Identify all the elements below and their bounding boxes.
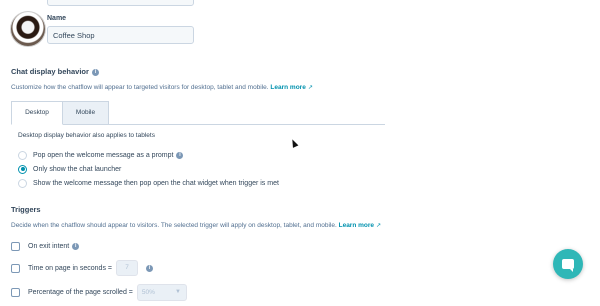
checkbox[interactable]	[11, 241, 20, 251]
learn-more-link[interactable]: Learn more	[339, 222, 374, 229]
info-icon[interactable]: i	[72, 242, 80, 250]
trigger-scroll-percentage[interactable]: Percentage of the page scrolled = 50% ▼	[11, 283, 187, 301]
triggers-description: Decide when the chatflow should appear t…	[11, 222, 382, 229]
tab-note: Desktop display behavior also applies to…	[18, 132, 155, 139]
learn-more-link[interactable]: Learn more	[270, 84, 305, 91]
seconds-input[interactable]: 7	[116, 260, 138, 276]
name-input[interactable]	[47, 26, 194, 44]
tab-divider	[11, 124, 385, 125]
option-only-launcher[interactable]: Only show the chat launcher	[18, 163, 121, 175]
radio-button-checked[interactable]	[18, 164, 27, 174]
external-link-icon: ↗	[307, 85, 313, 91]
option-welcome-then-pop[interactable]: Show the welcome message then pop open t…	[18, 177, 279, 189]
chat-launcher-icon	[562, 259, 574, 272]
tab-desktop[interactable]: Desktop	[11, 101, 63, 125]
checkbox[interactable]	[11, 263, 20, 273]
info-icon[interactable]: i	[91, 68, 99, 76]
radio-button[interactable]	[18, 150, 27, 160]
checkbox[interactable]	[11, 287, 20, 297]
scroll-percentage-select[interactable]: 50% ▼	[136, 283, 187, 301]
radio-button[interactable]	[18, 178, 27, 188]
trigger-exit-intent[interactable]: On exit intent i	[11, 240, 80, 252]
chevron-down-icon: ▼	[174, 288, 181, 295]
info-icon[interactable]: i	[146, 264, 153, 272]
triggers-title: Triggers	[11, 205, 41, 214]
chat-launcher-button[interactable]	[553, 249, 583, 279]
trigger-time-on-page[interactable]: Time on page in seconds = 7 i	[11, 260, 153, 276]
external-link-icon: ↗	[376, 223, 382, 229]
tab-mobile[interactable]: Mobile	[62, 101, 109, 125]
avatar[interactable]	[11, 12, 45, 46]
info-icon[interactable]: i	[176, 151, 184, 159]
chat-display-description: Customize how the chatflow will appear t…	[11, 84, 313, 91]
chat-display-title: Chat display behavior i	[11, 67, 99, 76]
option-pop-open-prompt[interactable]: Pop open the welcome message as a prompt…	[18, 149, 184, 161]
mouse-cursor-icon	[289, 138, 299, 148]
previous-field[interactable]	[47, 0, 194, 6]
name-label: Name	[47, 15, 67, 22]
